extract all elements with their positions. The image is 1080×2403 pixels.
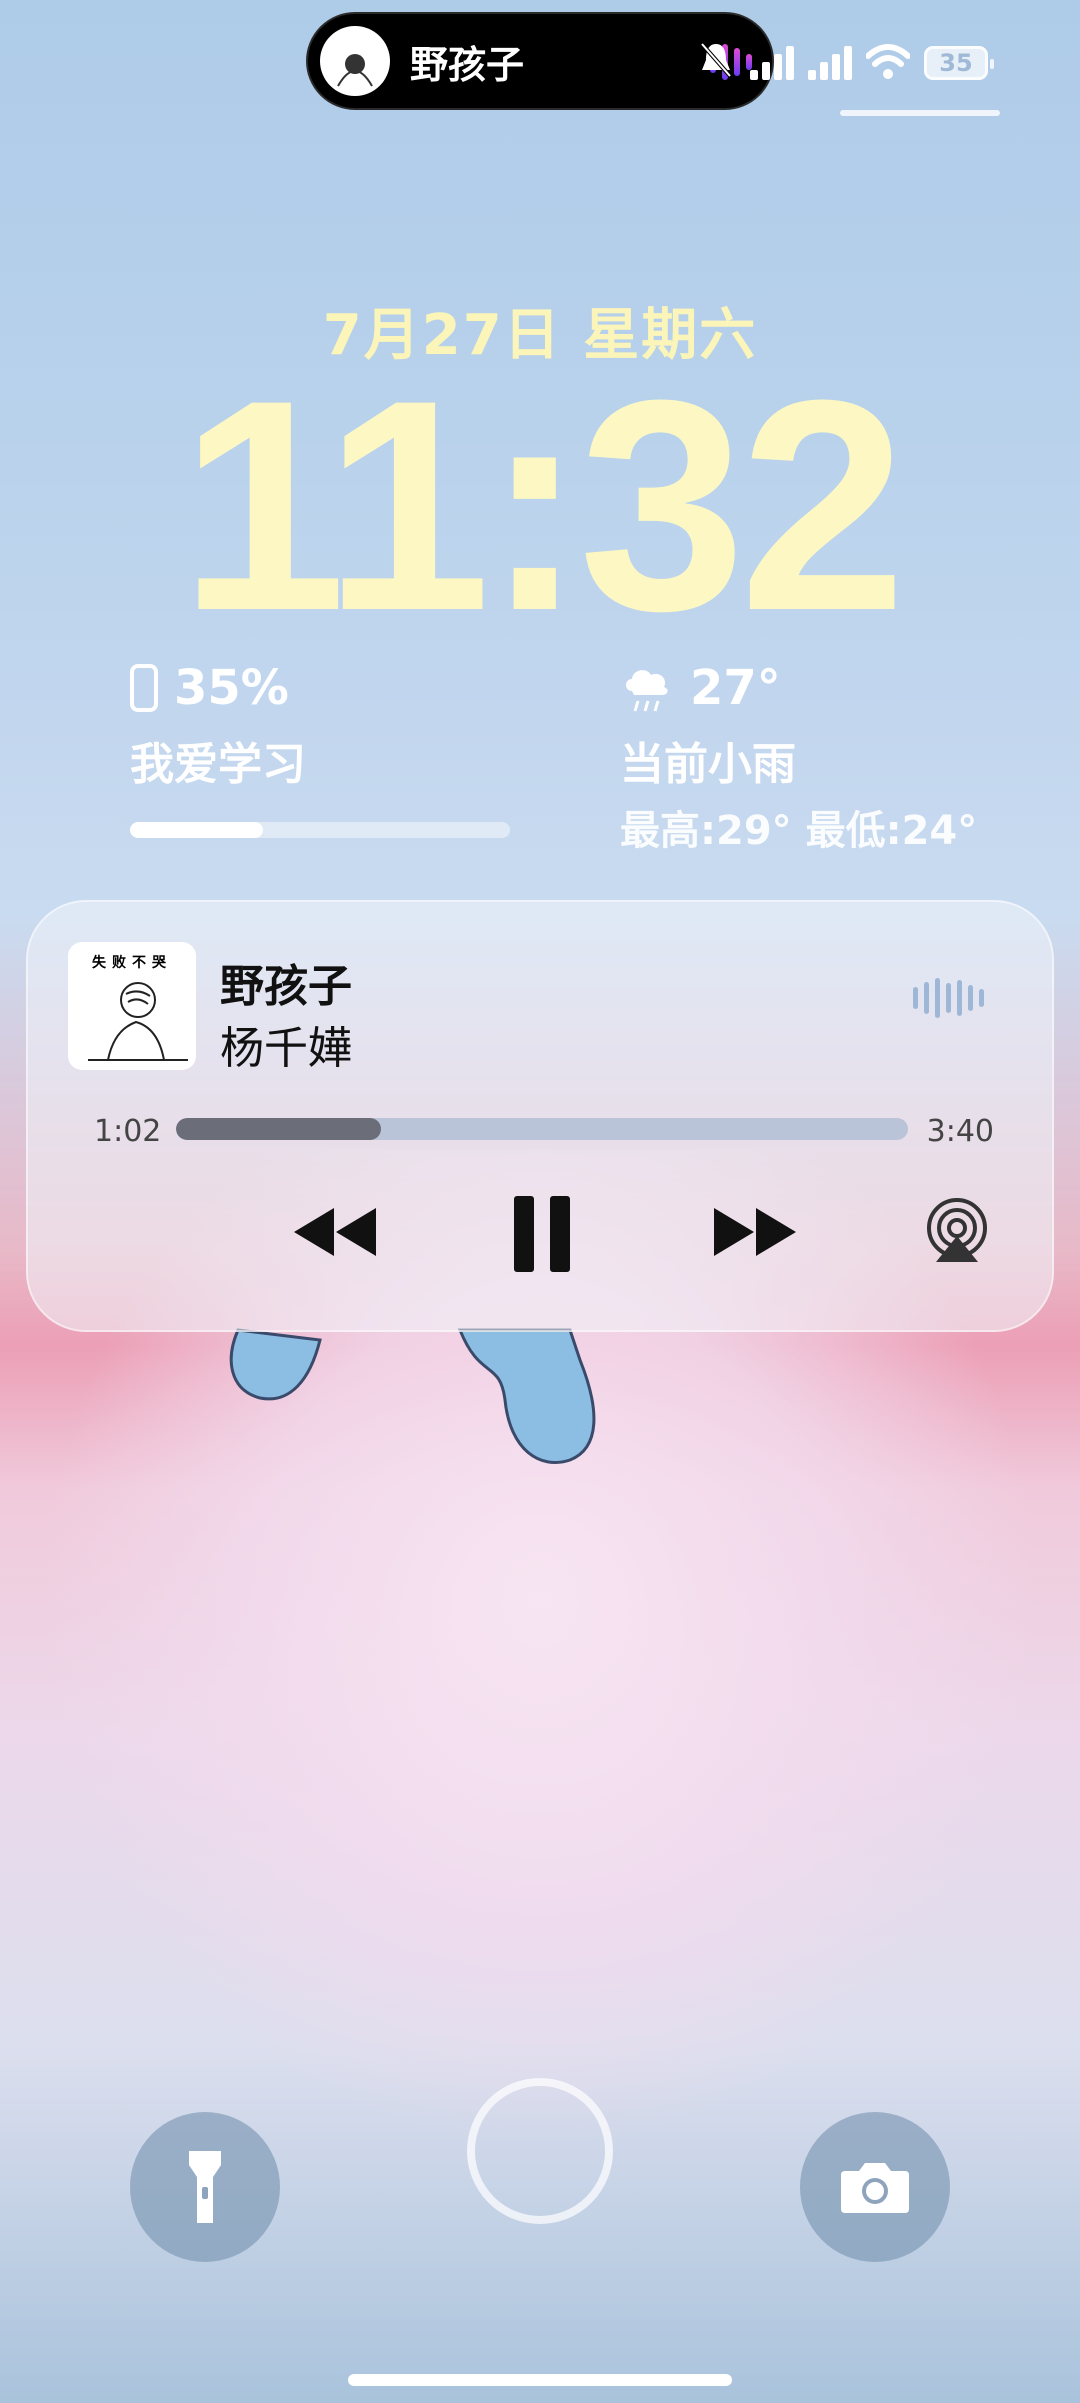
battery-percent: 35%: [174, 660, 289, 716]
playback-scrubber[interactable]: [176, 1118, 908, 1140]
camera-button[interactable]: [800, 2112, 950, 2262]
weather-temp: 27°: [690, 660, 781, 716]
battery-icon: 35: [924, 46, 994, 80]
waveform-icon: [913, 978, 984, 1018]
flashlight-icon: [189, 2151, 221, 2223]
weather-widget[interactable]: 27° 当前小雨 最高:29° 最低:24°: [620, 660, 1040, 856]
total-time: 3:40: [926, 1114, 994, 1149]
rewind-icon[interactable]: [292, 1202, 380, 1262]
wallpaper-figure: [229, 1328, 596, 1464]
island-album-art: [320, 26, 390, 96]
pause-icon[interactable]: [512, 1196, 572, 1272]
weather-range: 最高:29° 最低:24°: [620, 808, 978, 854]
airplay-icon[interactable]: [922, 1196, 992, 1266]
home-indicator[interactable]: [348, 2374, 732, 2386]
song-artist: 杨千嬅: [220, 1023, 352, 1074]
lock-time: 11:32: [179, 337, 907, 673]
battery-level: 35: [939, 49, 973, 77]
island-track-title: 野孩子: [410, 42, 525, 87]
battery-widget[interactable]: 35% 我爱学习: [130, 660, 510, 838]
rain-cloud-icon: [626, 670, 668, 712]
battery-widget-label: 我爱学习: [130, 739, 306, 790]
now-playing-widget[interactable]: 失败不哭 野孩子 杨千嬅 1:02 3:40: [26, 900, 1054, 1332]
elapsed-time: 1:02: [94, 1114, 162, 1149]
weather-condition: 当前小雨: [620, 739, 796, 790]
control-center-grabber[interactable]: [840, 110, 1000, 116]
home-ring: [467, 2078, 613, 2224]
cellular-signal-2-icon: [808, 46, 852, 80]
wifi-icon: [866, 44, 910, 79]
phone-icon: [130, 664, 158, 712]
flashlight-button[interactable]: [130, 2112, 280, 2262]
song-title: 野孩子: [220, 961, 352, 1012]
forward-icon[interactable]: [712, 1202, 800, 1262]
status-bar-right: 35: [700, 40, 994, 80]
battery-widget-bar: [130, 822, 510, 838]
camera-icon: [841, 2163, 909, 2213]
album-art[interactable]: 失败不哭: [68, 942, 196, 1070]
mute-icon: [696, 40, 736, 80]
battery-widget-bar-fill: [130, 822, 263, 838]
playback-progress: [176, 1118, 381, 1140]
cellular-signal-1-icon: [750, 46, 794, 80]
